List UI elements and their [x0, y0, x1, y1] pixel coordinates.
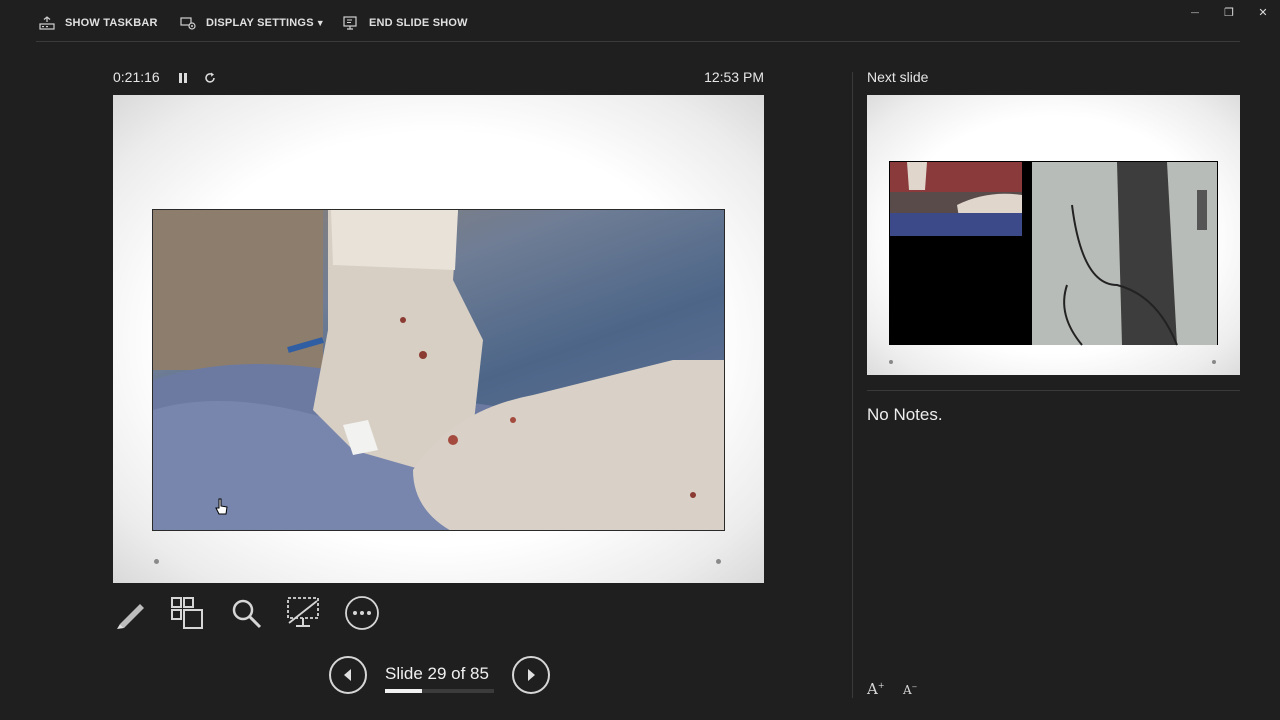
- minimize-icon: —: [1191, 7, 1199, 17]
- notes-divider: [867, 390, 1240, 391]
- restore-button[interactable]: ❐: [1218, 4, 1240, 20]
- next-slide-thumbnail: [889, 161, 1218, 364]
- chevron-down-icon: ▼: [315, 18, 325, 28]
- end-show-icon: [343, 16, 357, 30]
- next-slide-button[interactable]: [512, 656, 550, 694]
- show-taskbar-label: SHOW TASKBAR: [65, 17, 158, 29]
- restart-timer-button[interactable]: [202, 70, 218, 86]
- next-slide-icon: [528, 669, 535, 681]
- speaker-notes: No Notes.: [867, 405, 943, 424]
- more-options-icon: [345, 596, 379, 630]
- slide-dot-left: [154, 559, 159, 564]
- decrease-font-icon: A: [903, 683, 912, 697]
- decrease-font-button[interactable]: A−: [903, 683, 918, 697]
- black-screen-button[interactable]: [284, 594, 322, 632]
- surgical-video-frame: [153, 210, 724, 530]
- end-slide-show-label: END SLIDE SHOW: [369, 17, 468, 29]
- next-slide-preview[interactable]: [867, 95, 1240, 375]
- taskbar-icon: [39, 16, 55, 30]
- pause-timer-button[interactable]: [175, 70, 191, 86]
- display-settings-button[interactable]: DISPLAY SETTINGS ▼: [180, 14, 325, 32]
- elapsed-timer: 0:21:16: [113, 69, 160, 85]
- clock: 12:53 PM: [704, 69, 764, 85]
- mouse-cursor-icon: [215, 498, 229, 521]
- restart-icon: [205, 72, 215, 83]
- close-button[interactable]: ✕: [1252, 4, 1274, 20]
- pen-tool-button[interactable]: [112, 594, 150, 632]
- next-slide-heading: Next slide: [867, 69, 929, 85]
- slide-counter[interactable]: Slide 29 of 85: [385, 664, 489, 684]
- see-all-slides-button[interactable]: [168, 594, 206, 632]
- restore-icon: ❐: [1224, 6, 1234, 19]
- pane-divider: [852, 72, 853, 698]
- increase-font-icon: A: [867, 680, 878, 698]
- slide-video[interactable]: [152, 209, 725, 531]
- previous-slide-button[interactable]: [329, 656, 367, 694]
- slide-dot-right: [716, 559, 721, 564]
- zoom-icon: [232, 599, 262, 629]
- display-settings-label: DISPLAY SETTINGS: [206, 17, 314, 29]
- increase-font-button[interactable]: A+: [867, 680, 885, 698]
- close-icon: ✕: [1258, 6, 1268, 19]
- minimize-button[interactable]: —: [1184, 4, 1206, 20]
- pen-icon: [117, 604, 144, 629]
- black-screen-icon: [287, 597, 319, 627]
- previous-slide-icon: [344, 669, 351, 681]
- slide-progress-fill: [385, 689, 422, 693]
- more-options-button[interactable]: [343, 594, 381, 632]
- pause-icon: [179, 73, 187, 83]
- end-slide-show-button[interactable]: END SLIDE SHOW: [343, 14, 468, 32]
- display-settings-icon: [180, 17, 196, 30]
- toolbar-divider: [36, 41, 1240, 42]
- zoom-button[interactable]: [227, 594, 265, 632]
- show-taskbar-button[interactable]: SHOW TASKBAR: [39, 14, 158, 32]
- see-all-slides-icon: [171, 597, 203, 629]
